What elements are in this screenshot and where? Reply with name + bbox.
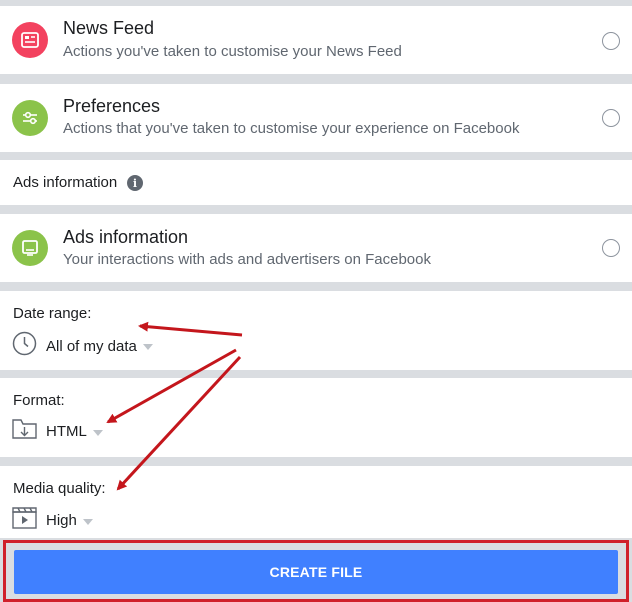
preferences-radio[interactable] <box>602 109 620 127</box>
date-range-section: Date range: All of my data <box>0 291 632 370</box>
news-feed-radio[interactable] <box>602 32 620 50</box>
preferences-title: Preferences <box>63 96 161 116</box>
news-feed-icon <box>12 22 48 58</box>
chevron-down-icon <box>82 518 93 525</box>
format-value: HTML <box>46 423 87 440</box>
ads-information-description: Your interactions with ads and advertise… <box>63 251 431 268</box>
video-clapper-icon <box>12 507 37 534</box>
ads-information-option[interactable]: Ads information Your interactions with a… <box>0 214 632 282</box>
format-dropdown[interactable]: HTML <box>12 418 103 445</box>
news-feed-description: Actions you've taken to customise your N… <box>63 43 402 60</box>
chevron-down-icon <box>142 344 153 350</box>
date-range-dropdown[interactable]: All of my data <box>12 331 153 361</box>
media-quality-dropdown[interactable]: High <box>12 507 93 534</box>
download-folder-icon <box>12 418 37 445</box>
media-quality-value: High <box>46 512 77 529</box>
info-icon[interactable]: i <box>127 175 143 191</box>
format-section: Format: HTML <box>0 378 632 457</box>
chevron-down-icon <box>92 429 103 436</box>
preferences-description: Actions that you've taken to customise y… <box>63 120 520 137</box>
date-range-label: Date range: <box>13 305 92 322</box>
ads-section-header: Ads information i <box>0 160 632 205</box>
date-range-value: All of my data <box>46 337 137 355</box>
news-feed-option[interactable]: News Feed Actions you've taken to custom… <box>0 6 632 74</box>
ads-screen-icon <box>12 230 48 266</box>
create-file-highlight: CREATE FILE <box>3 540 629 602</box>
ads-information-radio[interactable] <box>602 239 620 257</box>
preferences-sliders-icon <box>12 100 48 136</box>
preferences-option[interactable]: Preferences Actions that you've taken to… <box>0 84 632 152</box>
ads-section-label: Ads information <box>13 174 118 191</box>
media-quality-label: Media quality: <box>13 480 106 497</box>
create-file-button[interactable]: CREATE FILE <box>14 550 618 594</box>
clock-icon <box>12 331 37 361</box>
ads-information-title: Ads information <box>63 227 189 247</box>
news-feed-title: News Feed <box>63 18 155 38</box>
format-label: Format: <box>13 392 65 409</box>
media-quality-section: Media quality: High <box>0 466 632 538</box>
